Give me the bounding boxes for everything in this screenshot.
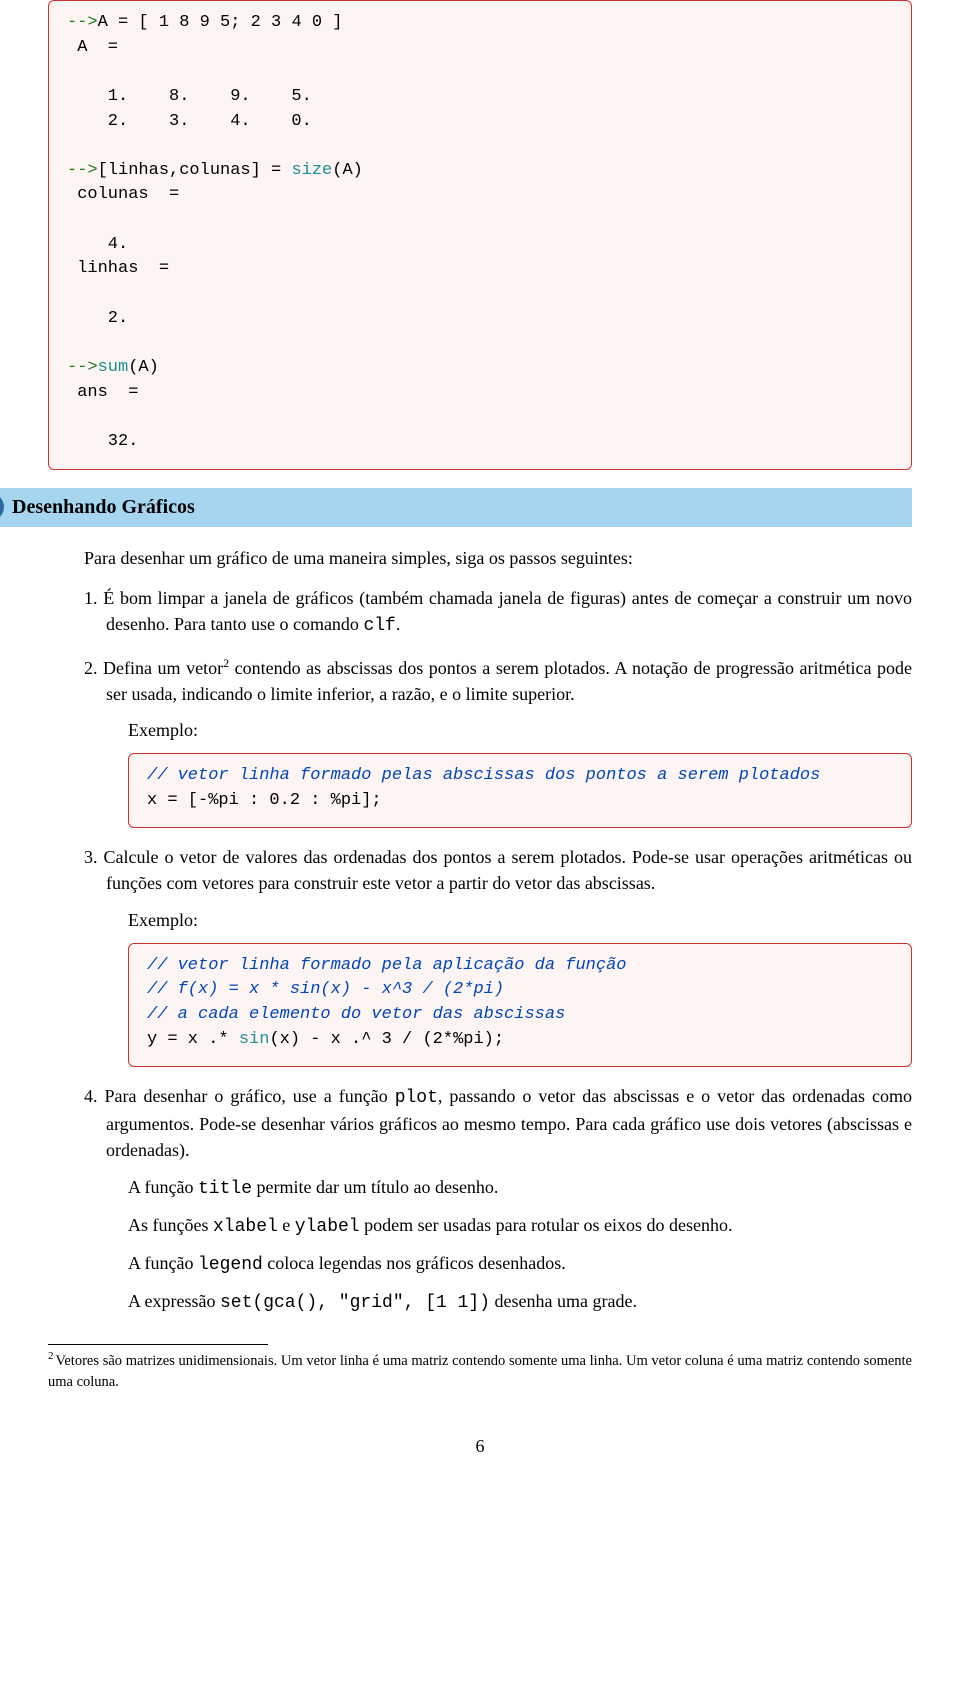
code-text: colunas =	[67, 185, 179, 204]
example-label: Exemplo:	[128, 717, 912, 743]
item-text: Calcule o vetor de valores das ordenadas…	[104, 847, 912, 893]
intro-paragraph: Para desenhar um gráfico de uma maneira …	[84, 545, 912, 571]
paragraph: A função title permite dar um título ao …	[128, 1174, 912, 1202]
code-comment: // vetor linha formado pelas abscissas d…	[147, 766, 820, 785]
code-comment: // f(x) = x * sin(x) - x^3 / (2*pi)	[147, 980, 504, 999]
code-text: (A)	[332, 161, 363, 180]
text: e	[278, 1215, 295, 1235]
item-text: .	[396, 614, 401, 634]
text: A função	[128, 1253, 198, 1273]
footnote-rule	[48, 1344, 268, 1345]
inline-code: xlabel	[213, 1217, 278, 1237]
list-item: 3. Calcule o vetor de valores das ordena…	[84, 844, 912, 1067]
code-block-abscissas: // vetor linha formado pelas abscissas d…	[128, 753, 912, 828]
list-item: 4. Para desenhar o gráfico, use a função…	[84, 1083, 912, 1316]
paragraph: A função legend coloca legendas nos gráf…	[128, 1250, 912, 1278]
item-text: Defina um vetor	[103, 658, 223, 678]
inline-code: legend	[198, 1255, 263, 1275]
text: A expressão	[128, 1291, 220, 1311]
code-text: 2. 3. 4. 0.	[67, 112, 312, 131]
item-number: 3.	[84, 847, 104, 867]
inline-code: ylabel	[295, 1217, 360, 1237]
item-text: É bom limpar a janela de gráficos (també…	[103, 588, 912, 634]
document-page: -->A = [ 1 8 9 5; 2 3 4 0 ] A = 1. 8. 9.…	[0, 0, 960, 1479]
prompt: -->	[67, 358, 98, 377]
text: A função	[128, 1177, 198, 1197]
code-text: A =	[67, 38, 118, 57]
code-block-matrix: -->A = [ 1 8 9 5; 2 3 4 0 ] A = 1. 8. 9.…	[48, 0, 912, 470]
inline-code: clf	[363, 616, 395, 636]
prompt: -->	[67, 13, 98, 32]
inline-code: set(gca(), "grid", [1 1])	[220, 1293, 490, 1313]
inline-code: title	[198, 1179, 252, 1199]
code-text: linhas =	[67, 259, 169, 278]
section-title: Desenhando Gráficos	[0, 496, 195, 518]
list-item: 2. Defina um vetor2 contendo as abscissa…	[84, 655, 912, 829]
section-heading: 2 Desenhando Gráficos	[0, 488, 912, 527]
text: permite dar um título ao desenho.	[252, 1177, 498, 1197]
paragraph: As funções xlabel e ylabel podem ser usa…	[128, 1212, 912, 1240]
inline-code: plot	[395, 1088, 438, 1108]
text: desenha uma grade.	[490, 1291, 637, 1311]
code-text: (x) - x .^ 3 / (2*%pi);	[269, 1030, 504, 1049]
item-number: 4.	[84, 1086, 104, 1106]
example-label: Exemplo:	[128, 907, 912, 933]
code-text: 4.	[67, 235, 128, 254]
prompt: -->	[67, 161, 98, 180]
list-item: 1. É bom limpar a janela de gráficos (ta…	[84, 585, 912, 639]
code-text: (A)	[128, 358, 159, 377]
footnote: 2Vetores são matrizes unidimensionais. U…	[48, 1349, 912, 1393]
body-content: Para desenhar um gráfico de uma maneira …	[84, 545, 912, 1316]
code-text: 1. 8. 9. 5.	[67, 87, 312, 106]
item-number: 2.	[84, 658, 103, 678]
code-text: [linhas,colunas] =	[98, 161, 292, 180]
code-text: ans =	[67, 383, 138, 402]
code-comment: // vetor linha formado pela aplicação da…	[147, 956, 626, 975]
text: As funções	[128, 1215, 213, 1235]
code-comment: // a cada elemento do vetor das abscissa…	[147, 1005, 565, 1024]
text: podem ser usadas para rotular os eixos d…	[360, 1215, 733, 1235]
code-fn: size	[291, 161, 332, 180]
code-text: y = x .*	[147, 1030, 239, 1049]
paragraph: A expressão set(gca(), "grid", [1 1]) de…	[128, 1288, 912, 1316]
footnote-number: 2	[48, 1350, 54, 1362]
code-text: 2.	[67, 309, 128, 328]
steps-list: 1. É bom limpar a janela de gráficos (ta…	[84, 585, 912, 1316]
code-fn: sum	[98, 358, 129, 377]
item-number: 1.	[84, 588, 103, 608]
item-text: Para desenhar o gráfico, use a função	[104, 1086, 394, 1106]
page-number: 6	[48, 1433, 912, 1459]
code-text: x = [-%pi : 0.2 : %pi];	[147, 791, 382, 810]
code-text: 32.	[67, 432, 138, 451]
code-text: A = [ 1 8 9 5; 2 3 4 0 ]	[98, 13, 343, 32]
code-block-ordenadas: // vetor linha formado pela aplicação da…	[128, 943, 912, 1068]
text: coloca legendas nos gráficos desenhados.	[263, 1253, 566, 1273]
code-fn: sin	[239, 1030, 270, 1049]
footnote-text: Vetores são matrizes unidimensionais. Um…	[48, 1353, 912, 1390]
